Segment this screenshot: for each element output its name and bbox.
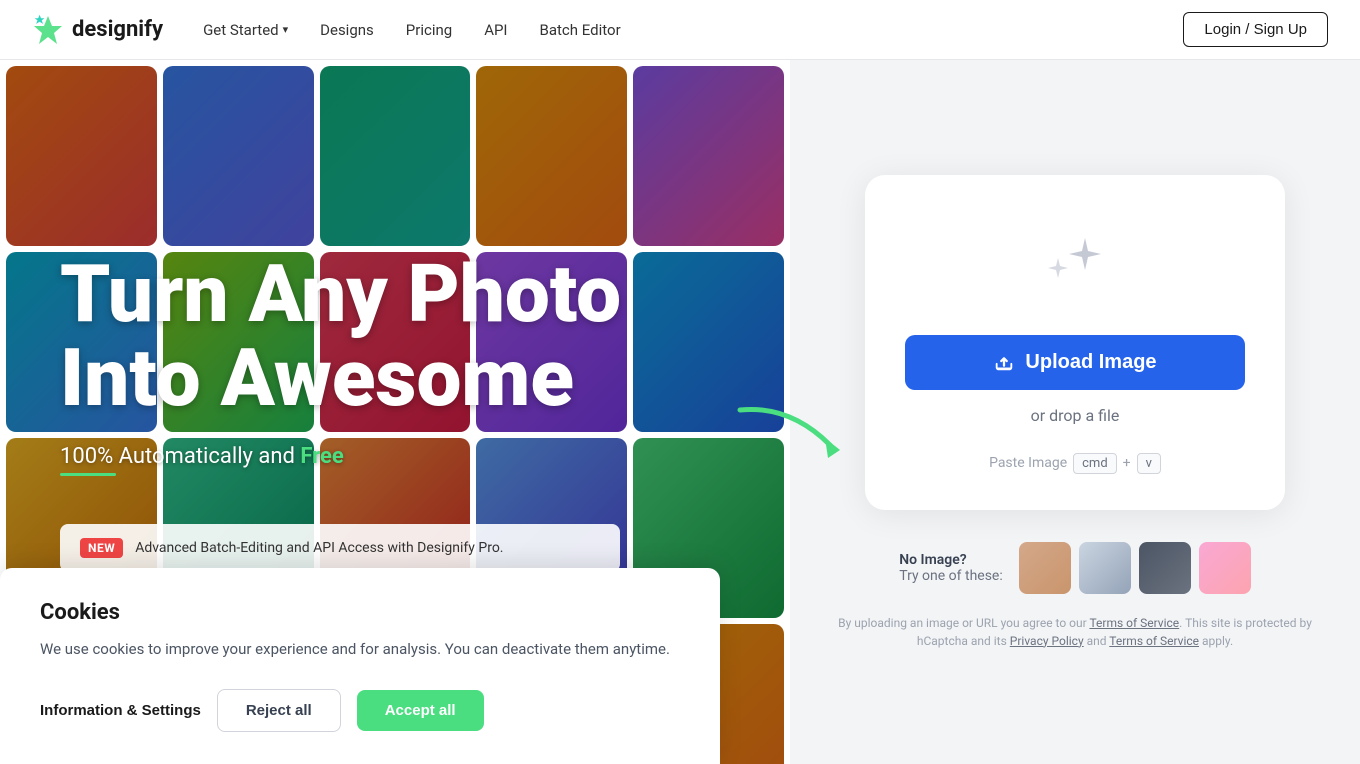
cookie-body: We use cookies to improve your experienc… [40,637,680,661]
nav-pricing[interactable]: Pricing [406,21,452,39]
nav-links: Get Started ▾ Designs Pricing API Batch … [203,21,621,39]
upload-icon [993,351,1015,373]
logo-icon [32,14,64,46]
upload-card: Upload Image or drop a file Paste Image … [865,175,1285,510]
sample-thumb-car[interactable] [1079,542,1131,594]
reject-all-button[interactable]: Reject all [217,689,341,732]
drop-file-text: or drop a file [1031,406,1120,425]
nav-designs[interactable]: Designs [320,21,374,39]
hero-title: Turn Any Photo Into Awesome [60,252,730,420]
cookie-banner: Cookies We use cookies to improve your e… [0,568,720,764]
paste-key-v: v [1137,453,1161,474]
hero-badge[interactable]: NEW Advanced Batch-Editing and API Acces… [60,524,620,572]
right-panel: Upload Image or drop a file Paste Image … [790,60,1360,764]
cookie-actions: Information & Settings Reject all Accept… [40,689,680,732]
privacy-link[interactable]: Privacy Policy [1010,634,1084,648]
paste-plus: + [1123,455,1131,471]
accept-all-button[interactable]: Accept all [357,690,484,731]
sample-thumb-man[interactable] [1139,542,1191,594]
logo-text: designify [72,17,163,42]
nav-batch-editor[interactable]: Batch Editor [540,21,621,39]
logo[interactable]: designify [32,14,163,46]
badge-new-label: NEW [80,538,123,558]
free-underline [60,473,116,476]
sample-images-row: No Image? Try one of these: [899,542,1251,594]
sample-thumb-person[interactable] [1019,542,1071,594]
chevron-down-icon: ▾ [283,23,289,36]
upload-image-button[interactable]: Upload Image [905,335,1245,390]
badge-text: Advanced Batch-Editing and API Access wi… [135,540,503,556]
sparkles-icon [1030,223,1120,307]
sample-thumbs [1019,542,1251,594]
nav-api[interactable]: API [484,21,507,39]
terms-link-2[interactable]: Terms of Service [1109,634,1199,648]
paste-key-cmd: cmd [1073,453,1117,474]
arrow-decoration [730,400,830,460]
hero-subtitle: 100% Automatically and Free [60,444,730,469]
paste-label: Paste Image [989,455,1067,471]
terms-link[interactable]: Terms of Service [1089,616,1179,630]
legal-text: By uploading an image or URL you agree t… [830,614,1320,650]
login-button[interactable]: Login / Sign Up [1183,12,1328,47]
nav-get-started[interactable]: Get Started ▾ [203,21,288,39]
info-settings-button[interactable]: Information & Settings [40,702,201,719]
sample-thumb-woman[interactable] [1199,542,1251,594]
paste-row: Paste Image cmd + v [989,453,1161,474]
sample-label: No Image? Try one of these: [899,552,1003,584]
navbar: designify Get Started ▾ Designs Pricing … [0,0,1360,60]
cookie-title: Cookies [40,600,680,625]
